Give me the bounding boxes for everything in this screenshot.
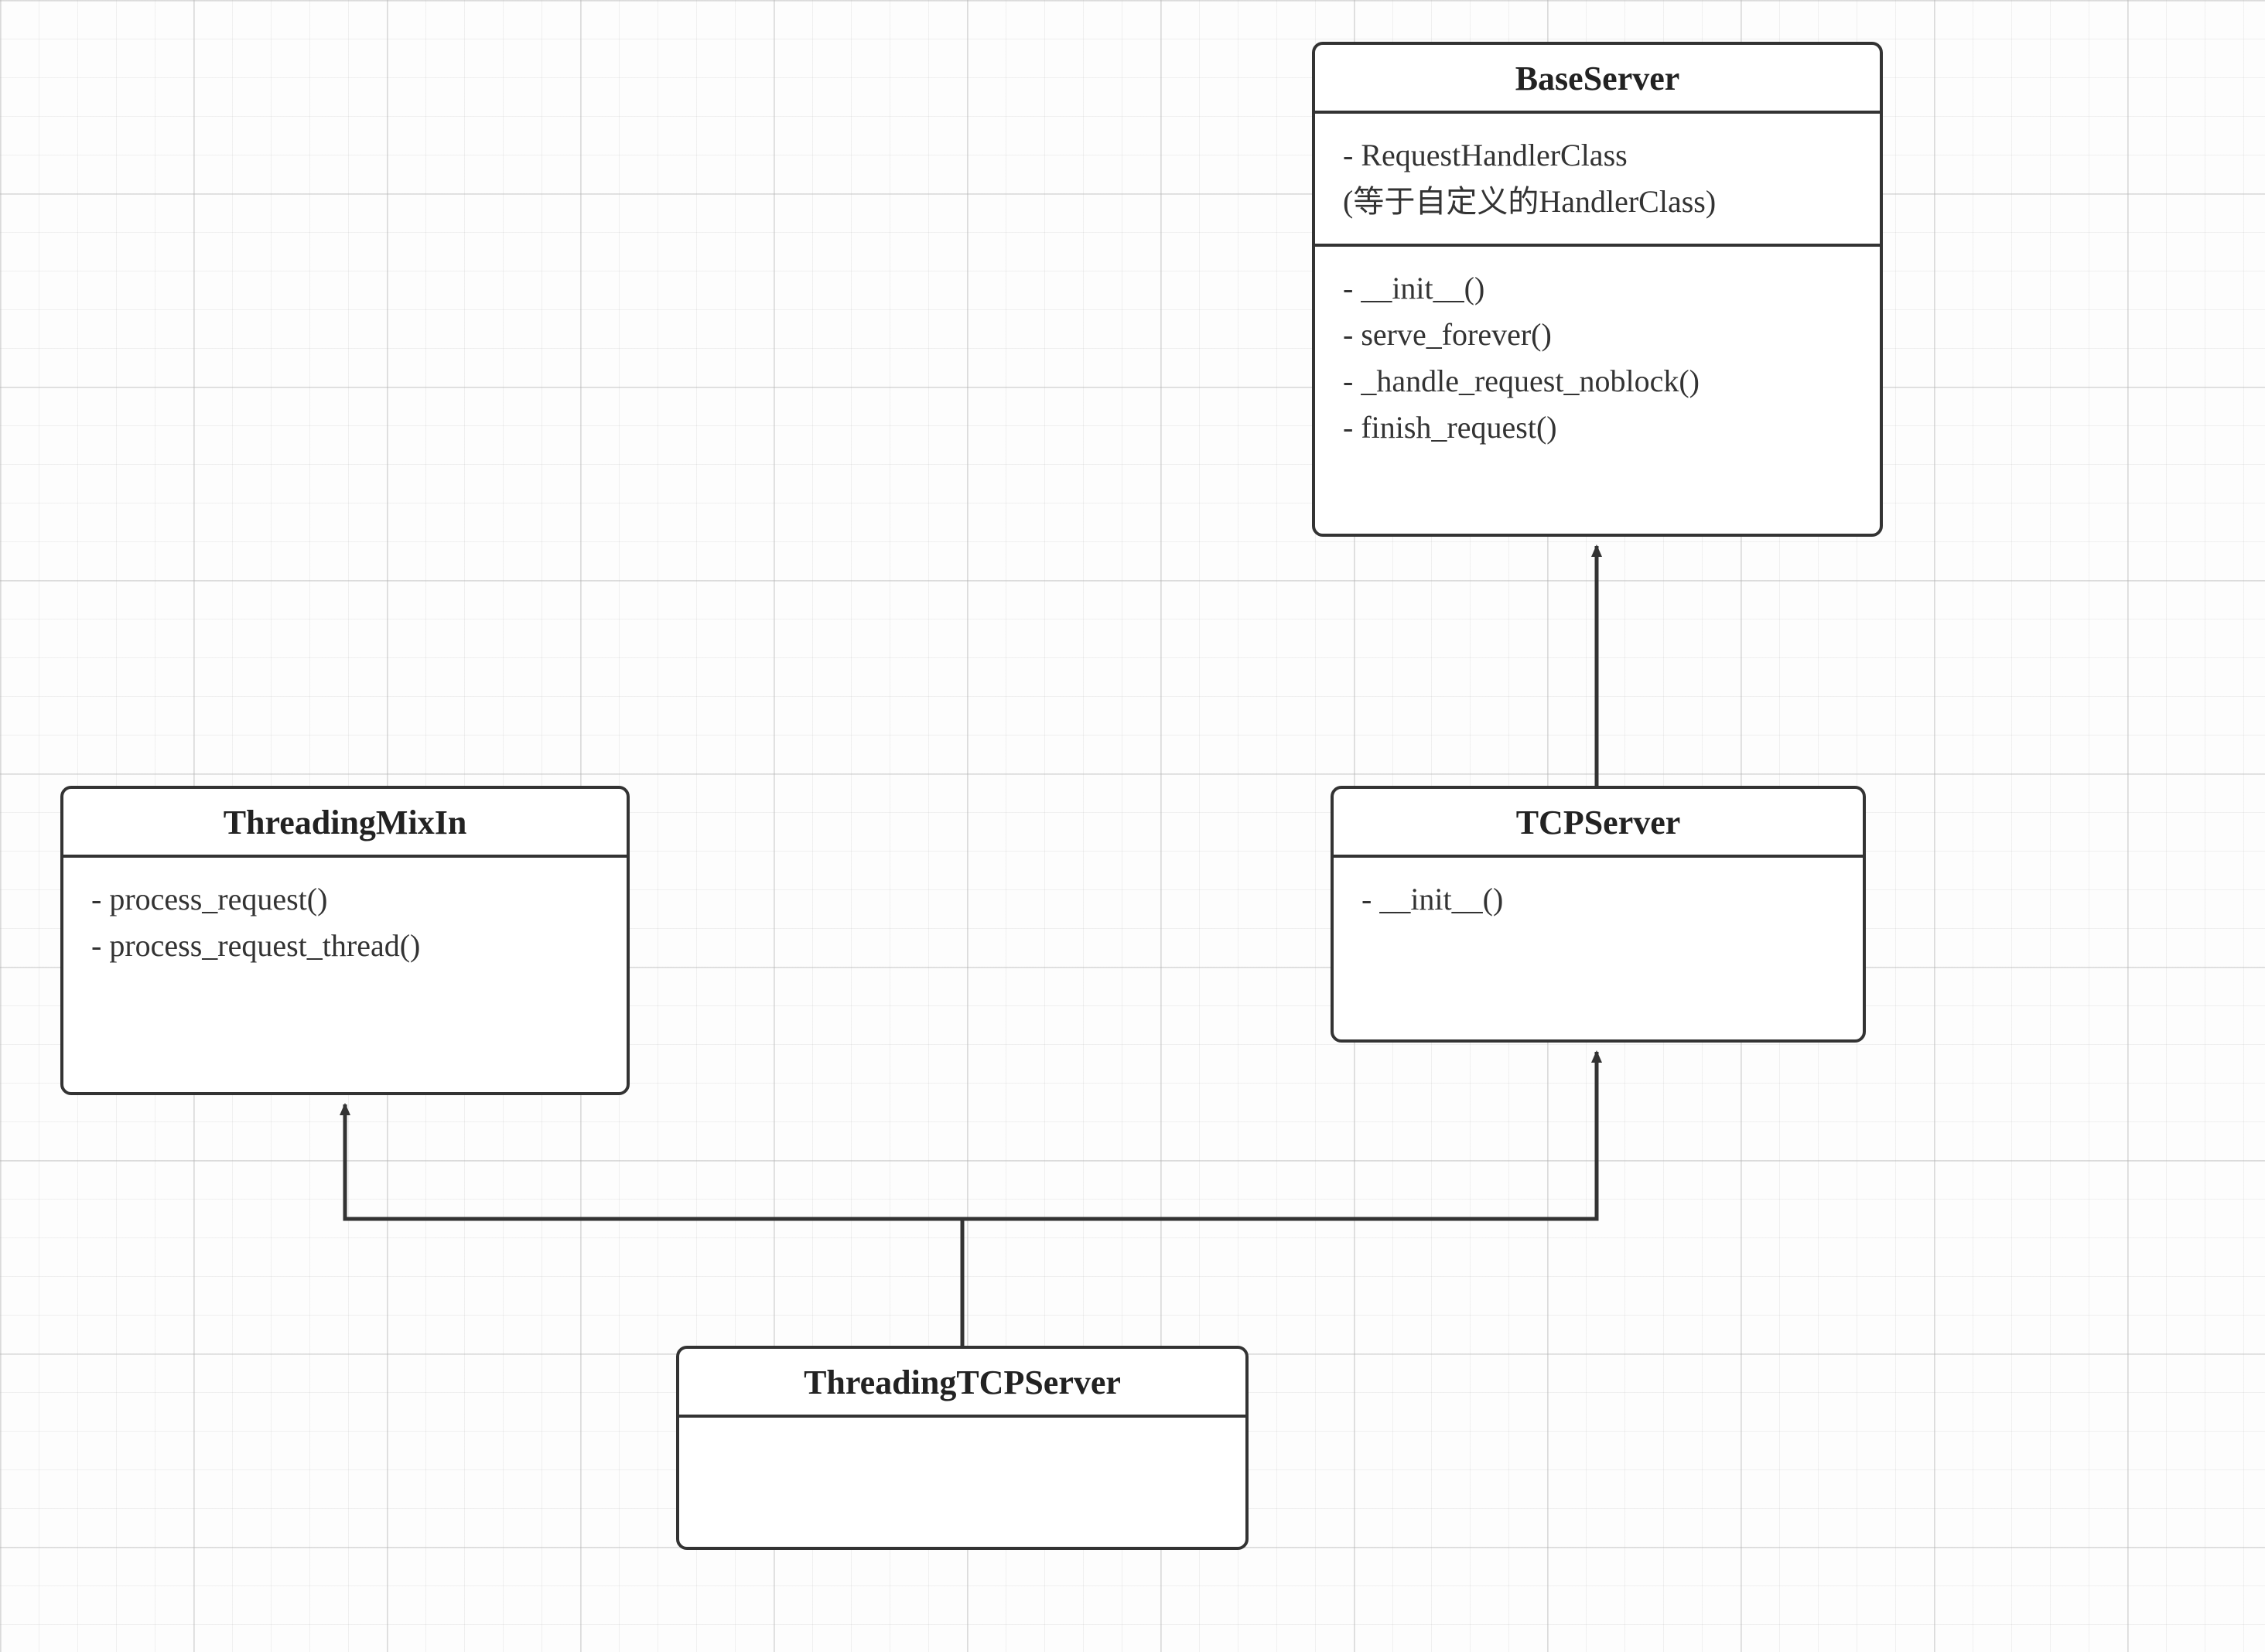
body-section bbox=[679, 1418, 1245, 1547]
class-title: ThreadingMixIn bbox=[63, 789, 627, 858]
class-threading-mixin: ThreadingMixIn - process_request() - pro… bbox=[60, 786, 630, 1095]
method-line: - serve_forever() bbox=[1343, 312, 1852, 358]
attribute-line: (等于自定义的HandlerClass) bbox=[1343, 179, 1852, 225]
class-title: ThreadingTCPServer bbox=[679, 1349, 1245, 1418]
method-line: - __init__() bbox=[1343, 265, 1852, 312]
class-threading-tcp-server: ThreadingTCPServer bbox=[676, 1346, 1249, 1550]
class-title: BaseServer bbox=[1315, 45, 1880, 114]
method-line: - finish_request() bbox=[1343, 404, 1852, 451]
attributes-section: - __init__() bbox=[1334, 858, 1863, 1039]
class-title: TCPServer bbox=[1334, 789, 1863, 858]
attributes-section: - process_request() - process_request_th… bbox=[63, 858, 627, 1092]
class-base-server: BaseServer - RequestHandlerClass (等于自定义的… bbox=[1312, 42, 1883, 537]
method-line: - _handle_request_noblock() bbox=[1343, 358, 1852, 404]
methods-section: - __init__() - serve_forever() - _handle… bbox=[1315, 244, 1880, 469]
class-tcp-server: TCPServer - __init__() bbox=[1331, 786, 1866, 1043]
attribute-line: - process_request_thread() bbox=[91, 923, 599, 969]
attributes-section: - RequestHandlerClass (等于自定义的HandlerClas… bbox=[1315, 114, 1880, 244]
attribute-line: - __init__() bbox=[1361, 876, 1835, 923]
attribute-line: - RequestHandlerClass bbox=[1343, 132, 1852, 179]
diagram-canvas: BaseServer - RequestHandlerClass (等于自定义的… bbox=[0, 0, 2265, 1652]
attribute-line: - process_request() bbox=[91, 876, 599, 923]
